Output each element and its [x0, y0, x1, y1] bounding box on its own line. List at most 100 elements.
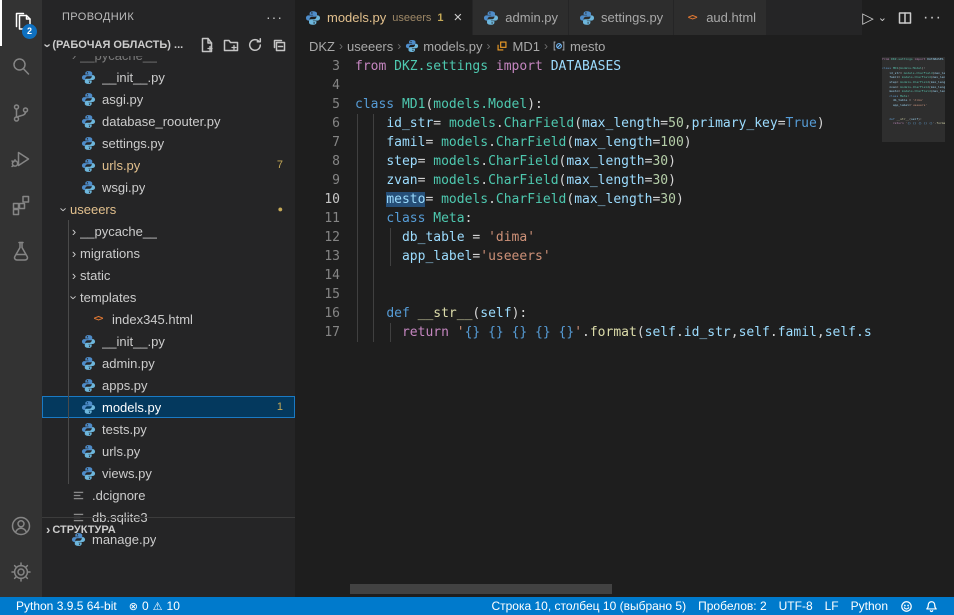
tree-item-tests.py[interactable]: tests.py — [42, 418, 295, 440]
tree-item-static[interactable]: ›static — [42, 264, 295, 286]
outline-section-header[interactable]: ›СТРУКТУРА — [42, 517, 295, 541]
code-line-15[interactable]: 15 — [295, 285, 954, 304]
code-line-3[interactable]: 3from DKZ.settings import DATABASES — [295, 57, 954, 76]
new-file-button[interactable] — [199, 37, 215, 53]
tab-models.py[interactable]: models.pyuseeers1× — [295, 0, 473, 35]
line-number: 11 — [295, 209, 340, 228]
breadcrumb-item-MD1[interactable]: MD1 — [495, 39, 540, 54]
code-token: primary_key — [692, 116, 778, 131]
tree-item-templates[interactable]: ›templates — [42, 286, 295, 308]
activity-extensions-button[interactable] — [0, 184, 42, 230]
code-token — [480, 325, 488, 340]
python-interpreter-status[interactable]: Python 3.9.5 64-bit — [10, 599, 123, 613]
split-editor-button[interactable] — [897, 10, 913, 26]
code-token: = — [465, 230, 488, 245]
problems-status[interactable]: ⊗0⚠10 — [123, 599, 186, 613]
code-line-7[interactable]: 7 famil= models.CharField(max_length=100… — [295, 133, 954, 152]
breadcrumb-item-models.py[interactable]: models.py — [405, 39, 482, 54]
collapse-all-button[interactable] — [271, 37, 287, 53]
explorer-title-label: ПРОВОДНИК — [62, 11, 134, 23]
code-line-5[interactable]: 5class MD1(models.Model): — [295, 95, 954, 114]
code-token: famil — [778, 325, 817, 340]
code-line-16[interactable]: 16 def __str__(self): — [295, 304, 954, 323]
tree-item-__pycache__[interactable]: ›__pycache__ — [42, 56, 295, 66]
horizontal-scrollbar[interactable] — [350, 584, 612, 594]
python-file-icon — [483, 10, 499, 26]
run-button[interactable]: ▷ — [862, 9, 874, 27]
tree-item-models.py[interactable]: models.py1 — [42, 396, 295, 418]
tab-label: admin.py — [505, 10, 558, 25]
code-line-11[interactable]: 11 class Meta: — [295, 209, 954, 228]
code-line-10[interactable]: 10 mesto= models.CharField(max_length=30… — [295, 190, 954, 209]
language-mode-status[interactable]: Python — [845, 599, 894, 613]
code-token: DKZ.settings — [394, 59, 488, 74]
tab-aud.html[interactable]: <>aud.html — [674, 0, 767, 35]
workspace-section-header[interactable]: ›(РАБОЧАЯ ОБЛАСТЬ) ... — [42, 34, 295, 56]
code-editor[interactable]: 3from DKZ.settings import DATABASES45cla… — [295, 57, 954, 597]
code-line-9[interactable]: 9 zvan= models.CharField(max_length=30) — [295, 171, 954, 190]
warnings-count: 10 — [167, 599, 180, 613]
notifications-button[interactable] — [919, 600, 944, 613]
tab-admin.py[interactable]: admin.py — [473, 0, 569, 35]
breadcrumb-item-mesto[interactable]: mesto — [552, 39, 605, 54]
feedback-button[interactable] — [894, 600, 919, 613]
tab-settings.py[interactable]: settings.py — [569, 0, 674, 35]
new-folder-button[interactable] — [223, 37, 239, 53]
activity-run-debug-button[interactable] — [0, 138, 42, 184]
activity-account-button[interactable] — [0, 505, 42, 551]
code-token: ) — [668, 154, 676, 169]
explorer-more-actions-button[interactable]: ··· — [266, 9, 283, 25]
tree-item-.dcignore[interactable]: .dcignore — [42, 484, 295, 506]
tree-item-urls.py[interactable]: urls.py7 — [42, 154, 295, 176]
python-file-icon — [80, 179, 96, 195]
eol-status[interactable]: LF — [819, 599, 845, 613]
code-line-8[interactable]: 8 step= models.CharField(max_length=30) — [295, 152, 954, 171]
code-token: ( — [574, 116, 582, 131]
refresh-button[interactable] — [247, 37, 263, 53]
code-token — [386, 59, 394, 74]
code-token: 30 — [660, 192, 676, 207]
tree-item-database_roouter.py[interactable]: database_roouter.py — [42, 110, 295, 132]
breadcrumb-item-useeers[interactable]: useeers — [347, 39, 393, 54]
activity-explorer-button[interactable]: 2 — [0, 0, 42, 46]
close-icon[interactable]: × — [454, 10, 463, 25]
code-token: models — [433, 173, 480, 188]
code-line-13[interactable]: 13 app_label='useeers' — [295, 247, 954, 266]
code-token: models — [441, 192, 488, 207]
tree-item-apps.py[interactable]: apps.py — [42, 374, 295, 396]
minimap-slider[interactable] — [882, 57, 945, 142]
code-token: . — [480, 173, 488, 188]
activity-settings-button[interactable] — [0, 551, 42, 597]
tree-item-__init__.py[interactable]: __init__.py — [42, 66, 295, 88]
tree-item-urls.py[interactable]: urls.py — [42, 440, 295, 462]
code-token: __str__ — [418, 306, 473, 321]
tree-item-__pycache__[interactable]: ›__pycache__ — [42, 220, 295, 242]
code-line-12[interactable]: 12 db_table = 'dima' — [295, 228, 954, 247]
code-token: = — [425, 192, 441, 207]
activity-source-control-button[interactable] — [0, 92, 42, 138]
tree-item-asgi.py[interactable]: asgi.py — [42, 88, 295, 110]
encoding-status[interactable]: UTF-8 — [773, 599, 819, 613]
tree-item-index345.html[interactable]: <>index345.html — [42, 308, 295, 330]
tree-item-migrations[interactable]: ›migrations — [42, 242, 295, 264]
breadcrumb-item-DKZ[interactable]: DKZ — [309, 39, 335, 54]
code-line-14[interactable]: 14 — [295, 266, 954, 285]
indentation-status[interactable]: Пробелов: 2 — [692, 599, 773, 613]
tree-item-useeers[interactable]: ›useeers● — [42, 198, 295, 220]
code-line-6[interactable]: 6 id_str= models.CharField(max_length=50… — [295, 114, 954, 133]
code-token: {} — [465, 325, 481, 340]
run-dropdown-button[interactable]: ⌄ — [878, 11, 887, 24]
tree-item-wsgi.py[interactable]: wsgi.py — [42, 176, 295, 198]
tree-item-admin.py[interactable]: admin.py — [42, 352, 295, 374]
code-line-4[interactable]: 4 — [295, 76, 954, 95]
python-file-icon — [80, 113, 96, 129]
activity-search-button[interactable] — [0, 46, 42, 92]
cursor-position-status[interactable]: Строка 10, столбец 10 (выбрано 5) — [485, 599, 692, 613]
file-name: tests.py — [102, 422, 147, 437]
activity-testing-button[interactable] — [0, 230, 42, 276]
code-line-17[interactable]: 17 return '{} {} {} {} {}'.format(self.i… — [295, 323, 954, 342]
tree-item-__init__.py[interactable]: __init__.py — [42, 330, 295, 352]
more-actions-button[interactable]: ··· — [923, 9, 942, 27]
tree-item-settings.py[interactable]: settings.py — [42, 132, 295, 154]
tree-item-views.py[interactable]: views.py — [42, 462, 295, 484]
